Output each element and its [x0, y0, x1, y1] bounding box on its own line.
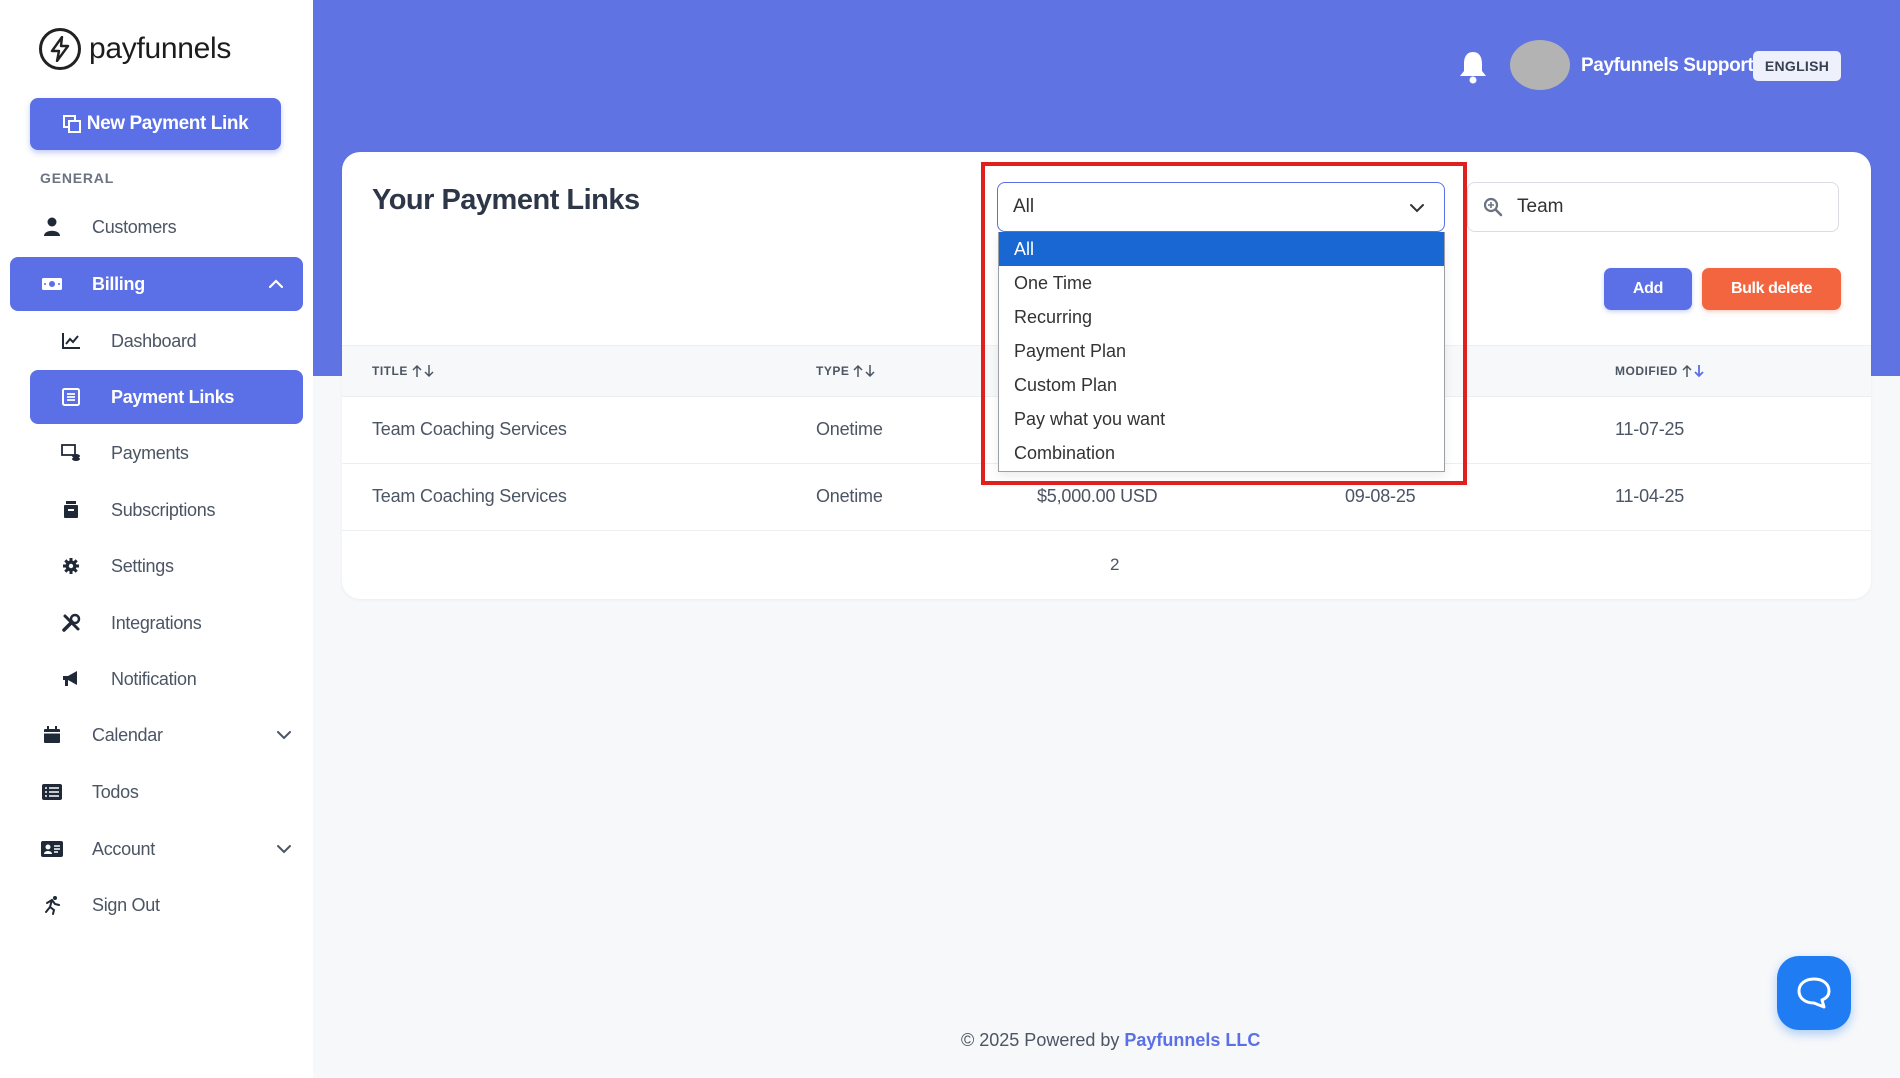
bell-icon[interactable] [1458, 50, 1488, 84]
sidebar-item-label: Settings [111, 555, 174, 576]
brand-name: payfunnels [89, 32, 232, 65]
chevron-down-icon [277, 845, 291, 854]
cell-modified: 11-04-25 [1615, 486, 1685, 506]
new-payment-link-label: New Payment Link [86, 113, 249, 134]
chart-line-icon [59, 329, 83, 353]
running-icon [40, 893, 64, 917]
sort-icon [1682, 364, 1704, 378]
money-icon [40, 272, 64, 296]
sidebar-item-label: Customers [92, 216, 177, 237]
sidebar-item-label: Calendar [92, 724, 163, 745]
search-value: Team [1517, 196, 1564, 217]
footer-prefix: © 2025 Powered by [961, 1030, 1120, 1050]
sidebar-item-notification[interactable]: Notification [59, 664, 299, 694]
sort-icon [412, 364, 434, 378]
cell-title[interactable]: Team Coaching Services [372, 486, 567, 507]
pagination-page[interactable]: 2 [1110, 555, 1119, 575]
sidebar: payfunnels New Payment Link GENERAL Cust… [0, 0, 313, 1078]
cell-title[interactable]: Team Coaching Services [372, 419, 567, 440]
chevron-down-icon [277, 731, 291, 740]
sidebar-item-payment-links[interactable]: Payment Links [30, 370, 303, 424]
chat-bubble-icon [1797, 977, 1831, 1009]
list-icon [40, 780, 64, 804]
sidebar-item-todos[interactable]: Todos [40, 777, 290, 807]
sidebar-item-label: Notification [111, 668, 197, 689]
sidebar-item-settings[interactable]: Settings [59, 551, 299, 581]
sidebar-item-subscriptions[interactable]: Subscriptions [59, 495, 299, 525]
sidebar-item-billing[interactable]: Billing [10, 257, 303, 311]
avatar[interactable] [1510, 40, 1570, 90]
cell-amount: $5,000.00 USD [1037, 486, 1158, 506]
cell-type: Onetime [816, 486, 883, 506]
sidebar-item-calendar[interactable]: Calendar [40, 720, 293, 750]
gear-icon [59, 554, 83, 578]
search-input[interactable]: Team [1467, 182, 1839, 232]
new-payment-link-button[interactable]: New Payment Link [30, 98, 281, 150]
id-card-icon [40, 837, 64, 861]
sidebar-item-label: Integrations [111, 612, 202, 633]
sidebar-item-label: Todos [92, 781, 139, 802]
user-name[interactable]: Payfunnels Support [1581, 55, 1754, 77]
calendar-icon [40, 723, 64, 747]
sidebar-item-label: Payments [111, 442, 189, 463]
sidebar-item-payments[interactable]: Payments [59, 438, 299, 468]
add-button[interactable]: Add [1604, 268, 1692, 310]
bulk-delete-button[interactable]: Bulk delete [1702, 268, 1841, 310]
cell-modified: 11-07-25 [1615, 419, 1685, 439]
brand-logo[interactable]: payfunnels [39, 28, 231, 70]
page-title: Your Payment Links [372, 184, 640, 216]
user-icon [40, 215, 64, 239]
sidebar-item-label: Payment Links [111, 386, 235, 407]
chat-button[interactable] [1777, 956, 1851, 1030]
sidebar-item-label: Dashboard [111, 330, 197, 351]
sidebar-item-label: Billing [92, 273, 145, 294]
sidebar-item-integrations[interactable]: Integrations [59, 608, 299, 638]
language-button[interactable]: ENGLISH [1753, 51, 1841, 81]
sidebar-item-dashboard[interactable]: Dashboard [59, 326, 299, 356]
sort-icon [853, 364, 875, 378]
cell-type: Onetime [816, 419, 883, 439]
sidebar-item-sign-out[interactable]: Sign Out [40, 890, 290, 920]
link-list-icon [59, 385, 83, 409]
highlight-annotation [981, 162, 1467, 485]
megaphone-icon [59, 667, 83, 691]
column-header-modified[interactable]: MODIFIED [1615, 364, 1706, 378]
section-label-general: GENERAL [40, 170, 115, 186]
footer: © 2025 Powered by Payfunnels LLC [961, 1030, 1260, 1051]
archive-icon [59, 498, 83, 522]
sidebar-item-label: Subscriptions [111, 499, 216, 520]
sidebar-item-label: Account [92, 838, 155, 859]
column-header-title[interactable]: TITLE [372, 364, 436, 378]
sidebar-item-account[interactable]: Account [40, 834, 293, 864]
lightning-icon [39, 28, 81, 70]
tools-icon [59, 611, 83, 635]
chevron-up-icon [268, 279, 284, 289]
footer-company-link[interactable]: Payfunnels LLC [1124, 1030, 1260, 1050]
sidebar-item-customers[interactable]: Customers [40, 212, 290, 242]
column-header-type[interactable]: TYPE [816, 364, 877, 378]
payments-icon [59, 441, 83, 465]
copy-icon [62, 115, 81, 133]
search-icon [1483, 197, 1503, 217]
sidebar-item-label: Sign Out [92, 894, 160, 915]
cell-created: 09-08-25 [1345, 486, 1416, 506]
